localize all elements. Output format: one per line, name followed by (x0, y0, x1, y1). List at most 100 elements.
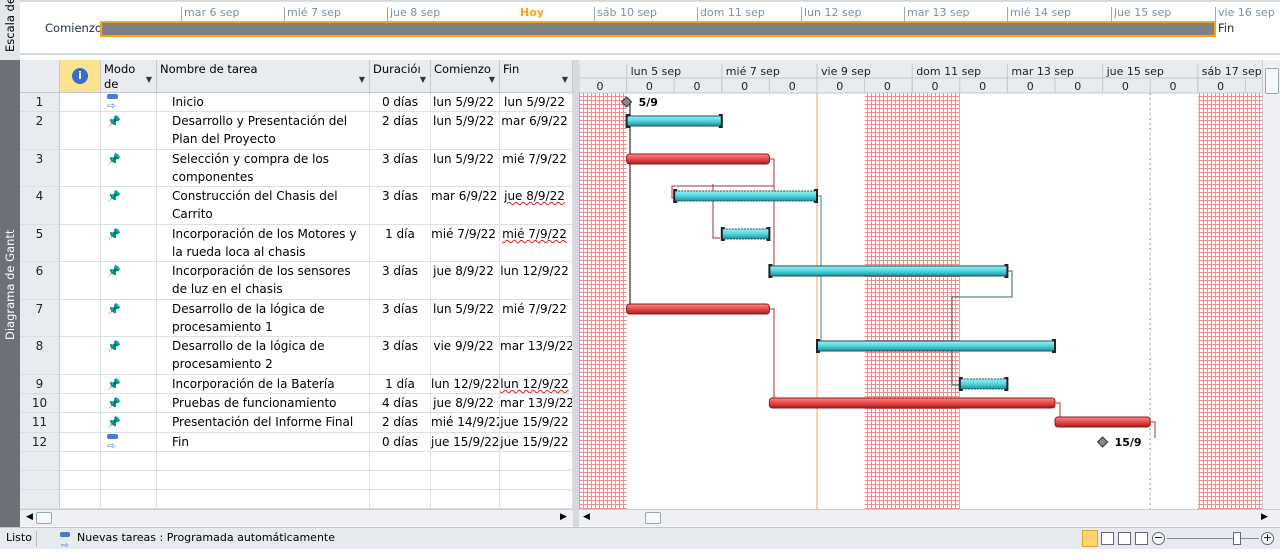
name-column-header[interactable]: Nombre de tarea ▼ (157, 60, 370, 93)
row-number[interactable]: 6 (20, 262, 60, 300)
duration-cell[interactable]: 3 días (370, 337, 431, 375)
end-cell[interactable]: jue 15/9/22 (500, 433, 573, 452)
row-number[interactable]: 11 (20, 413, 60, 433)
zoom-slider[interactable] (1167, 538, 1259, 539)
table-horizontal-scrollbar[interactable]: ◀ ▶ (20, 509, 573, 526)
indicator-cell[interactable] (60, 300, 101, 337)
indicator-cell[interactable] (60, 452, 101, 471)
start-cell[interactable]: lun 5/9/22 (431, 112, 500, 150)
end-cell[interactable]: mar 6/9/22 (500, 112, 573, 150)
indicator-cell[interactable] (60, 413, 101, 433)
mode-cell[interactable]: 📌 (101, 262, 157, 300)
table-scroll-thumb[interactable] (36, 512, 52, 524)
mode-cell[interactable]: ⇨ (101, 433, 157, 452)
start-cell[interactable]: lun 12/9/22 (431, 375, 500, 394)
resource-sheet-view-button[interactable] (1135, 532, 1148, 545)
start-cell[interactable]: lun 5/9/22 (431, 93, 500, 112)
new-tasks-mode[interactable]: Nuevas tareas : Programada automáticamen… (77, 528, 335, 548)
task-name-cell[interactable]: Inicio (157, 93, 370, 112)
mode-cell[interactable]: 📌 (101, 112, 157, 150)
team-planner-view-button[interactable] (1118, 532, 1131, 545)
mode-cell[interactable] (101, 471, 157, 490)
duration-cell[interactable]: 4 días (370, 394, 431, 413)
duration-cell[interactable]: 2 días (370, 112, 431, 150)
mode-cell[interactable]: 📌 (101, 413, 157, 433)
task-name-cell[interactable]: Construcción del Chasis del Carrito (157, 187, 370, 225)
row-number[interactable]: 12 (20, 433, 60, 452)
scroll-left-icon[interactable]: ◀ (26, 512, 33, 522)
row-number[interactable]: 3 (20, 150, 60, 187)
gantt-view-button[interactable] (1082, 530, 1098, 547)
end-cell[interactable]: mié 7/9/22 (500, 225, 573, 262)
duration-cell[interactable]: 3 días (370, 187, 431, 225)
indicator-cell[interactable] (60, 225, 101, 262)
end-cell[interactable] (500, 471, 573, 490)
mode-cell[interactable]: 📌 (101, 187, 157, 225)
start-cell[interactable]: mar 6/9/22 (431, 187, 500, 225)
row-number[interactable]: 10 (20, 394, 60, 413)
dropdown-arrow-icon[interactable]: ▼ (489, 72, 495, 87)
row-number[interactable]: 5 (20, 225, 60, 262)
mode-column-header[interactable]: Modo de ▼ (101, 60, 157, 93)
mode-cell[interactable]: 📌 (101, 337, 157, 375)
chart-horizontal-scrollbar[interactable]: ◀ ▶ (579, 509, 1280, 526)
end-column-header[interactable]: Fin ▼ (500, 60, 573, 93)
end-cell[interactable]: lun 12/9/22 (500, 262, 573, 300)
vertical-scrollbar[interactable]: ▲ (1262, 60, 1280, 509)
end-cell[interactable]: jue 15/9/22 (500, 413, 573, 433)
mode-cell[interactable] (101, 452, 157, 471)
mode-cell[interactable]: 📌 (101, 300, 157, 337)
timeline-bar[interactable] (100, 21, 1216, 37)
duration-cell[interactable]: 3 días (370, 300, 431, 337)
indicator-cell[interactable] (60, 337, 101, 375)
duration-cell[interactable] (370, 490, 431, 509)
select-all-corner[interactable] (20, 60, 60, 93)
task-name-cell[interactable]: Fin (157, 433, 370, 452)
row-number[interactable] (20, 471, 60, 490)
task-name-cell[interactable]: Presentación del Informe Final (157, 413, 370, 433)
dropdown-arrow-icon[interactable]: ▼ (562, 72, 568, 87)
task-name-cell[interactable]: Desarrollo de la lógica de procesamiento… (157, 337, 370, 375)
end-cell[interactable] (500, 452, 573, 471)
start-cell[interactable]: mié 7/9/22 (431, 225, 500, 262)
task-name-cell[interactable] (157, 452, 370, 471)
row-number[interactable]: 4 (20, 187, 60, 225)
end-cell[interactable]: mar 13/9/22 (500, 337, 573, 375)
start-cell[interactable]: jue 8/9/22 (431, 262, 500, 300)
row-number[interactable]: 9 (20, 375, 60, 394)
duration-cell[interactable]: 1 día (370, 225, 431, 262)
chart-scroll-thumb[interactable] (645, 512, 661, 524)
duration-cell[interactable]: 0 días (370, 93, 431, 112)
mode-cell[interactable]: 📌 (101, 150, 157, 187)
indicator-cell[interactable] (60, 375, 101, 394)
start-cell[interactable]: lun 5/9/22 (431, 300, 500, 337)
dropdown-arrow-icon[interactable]: ▼ (420, 72, 426, 87)
task-name-cell[interactable]: Selección y compra de los componentes (157, 150, 370, 187)
start-cell[interactable]: jue 15/9/22 (431, 433, 500, 452)
start-cell[interactable] (431, 471, 500, 490)
row-number[interactable]: 7 (20, 300, 60, 337)
indicator-cell[interactable] (60, 433, 101, 452)
mode-cell[interactable]: 📌 (101, 225, 157, 262)
start-cell[interactable]: mié 14/9/22 (431, 413, 500, 433)
mode-cell[interactable]: ⇨ (101, 93, 157, 112)
duration-cell[interactable]: 3 días (370, 150, 431, 187)
end-cell[interactable] (500, 490, 573, 509)
dropdown-arrow-icon[interactable]: ▼ (146, 72, 152, 87)
mode-cell[interactable] (101, 490, 157, 509)
task-name-cell[interactable]: Desarrollo de la lógica de procesamiento… (157, 300, 370, 337)
info-column-header[interactable]: i (60, 60, 101, 93)
mode-cell[interactable]: 📌 (101, 375, 157, 394)
duration-cell[interactable] (370, 471, 431, 490)
timeline[interactable]: Comienzo Fin mar 6 sep mié 7 sep jue 8 sep… (20, 0, 1280, 55)
indicator-cell[interactable] (60, 150, 101, 187)
task-name-cell[interactable]: Incorporación de la Batería (157, 375, 370, 394)
zoom-in-icon[interactable]: + (1261, 532, 1274, 545)
duration-cell[interactable]: 0 días (370, 433, 431, 452)
indicator-cell[interactable] (60, 490, 101, 509)
indicator-cell[interactable] (60, 112, 101, 150)
end-cell[interactable]: lun 5/9/22 (500, 93, 573, 112)
duration-cell[interactable] (370, 452, 431, 471)
start-cell[interactable]: jue 8/9/22 (431, 394, 500, 413)
end-cell[interactable]: mié 7/9/22 (500, 150, 573, 187)
